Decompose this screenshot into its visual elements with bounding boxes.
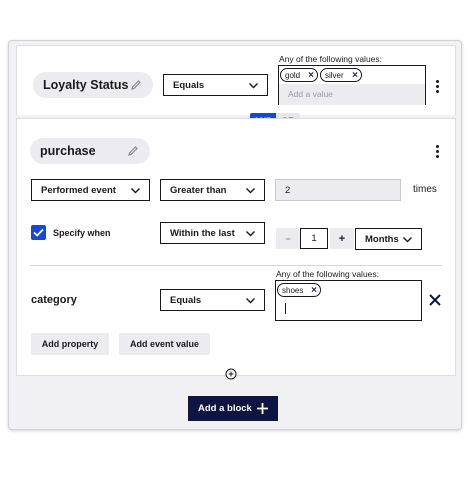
event-action-select[interactable]: Performed event <box>31 179 150 201</box>
chevron-down-icon <box>246 298 255 304</box>
close-icon[interactable]: × <box>308 70 314 81</box>
value-input[interactable]: Add a value <box>279 84 425 105</box>
time-unit-select[interactable]: Months <box>355 228 422 250</box>
event-pill-purchase[interactable]: purchase <box>30 138 150 164</box>
pencil-icon[interactable] <box>129 78 143 92</box>
property-name: Loyalty Status <box>43 78 129 92</box>
divider <box>30 265 442 266</box>
comparator-value: Greater than <box>170 184 227 196</box>
stepper-decrement-button[interactable]: − <box>276 228 300 249</box>
specify-when-label: Specify when <box>53 228 111 238</box>
value-chip-silver: silver × <box>320 68 362 82</box>
property-operator-select[interactable]: Equals <box>160 289 265 311</box>
value-chip-shoes: shoes × <box>277 283 321 297</box>
chip-label: gold <box>285 70 301 80</box>
specify-when-checkbox[interactable] <box>31 225 46 240</box>
close-icon[interactable]: × <box>311 285 317 296</box>
chip-label: silver <box>325 70 344 80</box>
more-options-icon[interactable] <box>436 80 440 95</box>
time-unit-value: Months <box>365 233 399 245</box>
stepper-increment-button[interactable]: + <box>330 228 354 249</box>
more-options-icon[interactable] <box>436 145 440 160</box>
count-unit-label: times <box>413 184 437 195</box>
pencil-icon[interactable] <box>126 144 140 158</box>
text-cursor <box>285 303 286 314</box>
property-operator-value: Equals <box>170 294 202 306</box>
chevron-down-icon <box>246 188 255 194</box>
value-chip-gold: gold × <box>280 68 318 82</box>
event-property-name: category <box>31 294 77 306</box>
close-icon[interactable]: × <box>352 70 358 81</box>
values-label: Any of the following values: <box>279 54 383 64</box>
plus-icon <box>257 403 268 414</box>
chevron-down-icon <box>131 188 140 194</box>
add-block-label: Add a block <box>198 403 252 414</box>
chevron-down-icon <box>249 83 258 89</box>
time-qualifier-select[interactable]: Within the last <box>160 222 265 244</box>
chip-label: shoes <box>282 285 304 295</box>
event-name: purchase <box>40 144 96 158</box>
values-label: Any of the following values: <box>276 269 380 279</box>
checkmark-icon <box>33 228 44 237</box>
operator-select-block1[interactable]: Equals <box>163 74 268 96</box>
add-block-button[interactable]: Add a block <box>188 396 278 421</box>
value-input-placeholder: Add a value <box>288 89 333 99</box>
chevron-down-icon <box>246 231 255 237</box>
add-condition-icon[interactable] <box>225 368 237 380</box>
count-input[interactable]: 2 <box>275 179 401 201</box>
time-qualifier-value: Within the last <box>170 227 235 239</box>
stepper-value-input[interactable]: 1 <box>300 228 328 249</box>
remove-property-icon[interactable] <box>429 294 441 306</box>
add-event-value-button[interactable]: Add event value <box>119 333 210 355</box>
property-pill-loyalty-status[interactable]: Loyalty Status <box>33 72 153 98</box>
event-action-value: Performed event <box>41 184 116 196</box>
operator-value: Equals <box>173 79 205 91</box>
chevron-down-icon <box>403 237 412 243</box>
comparator-select[interactable]: Greater than <box>160 179 265 201</box>
add-property-button[interactable]: Add property <box>31 333 109 355</box>
